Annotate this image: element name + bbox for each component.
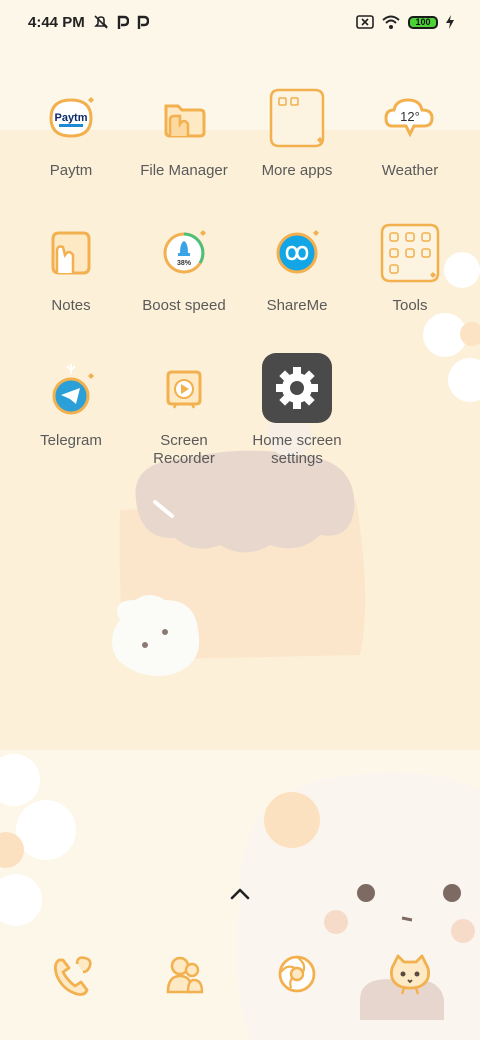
notes-icon-wrap	[35, 217, 107, 289]
chevron-up-icon[interactable]	[228, 886, 252, 902]
paytm-icon: Paytm	[49, 97, 94, 138]
paytm-icon-wrap: Paytm	[35, 82, 107, 154]
app-label: Home screen settings	[252, 432, 342, 467]
app-notes[interactable]: Notes	[15, 217, 127, 315]
app-label: Boost speed	[142, 297, 226, 314]
p-app-icon	[117, 15, 129, 29]
more-apps-icon-wrap	[261, 82, 333, 154]
app-label: Notes	[51, 297, 91, 314]
p-app-icon	[137, 15, 149, 29]
gear-icon	[262, 353, 332, 423]
dock-phone[interactable]	[43, 946, 99, 1002]
tools-icon-wrap	[374, 217, 446, 289]
contacts-icon	[166, 956, 204, 994]
shareme-icon-wrap	[261, 217, 333, 289]
battery-icon: 100	[408, 15, 438, 29]
browser-icon	[278, 955, 316, 993]
app-label: Tools	[392, 297, 428, 314]
file-manager-icon-wrap	[148, 82, 220, 154]
app-weather[interactable]: 12° Weather	[354, 82, 466, 180]
battery-level: 100	[415, 17, 431, 27]
tools-folder-icon	[380, 223, 440, 283]
status-right: 100	[356, 15, 454, 29]
boost-percent: 38%	[177, 260, 192, 267]
app-home-screen-settings[interactable]: Home screen settings	[241, 352, 353, 468]
wifi-icon	[382, 15, 400, 29]
camera-icon	[389, 954, 431, 995]
app-more-apps-folder[interactable]: More apps	[241, 82, 353, 180]
notes-icon	[51, 231, 91, 275]
status-left: 4:44 PM	[28, 14, 149, 31]
telegram-icon	[52, 364, 94, 415]
rocket-icon: 38%	[163, 230, 206, 274]
app-screen-recorder[interactable]: Screen Recorder	[128, 352, 240, 468]
app-tools-folder[interactable]: Tools	[354, 217, 466, 315]
screen-recorder-icon	[166, 370, 202, 409]
status-time: 4:44 PM	[28, 13, 85, 31]
app-boost-speed[interactable]: 38% Boost speed	[128, 217, 240, 315]
weather-temp: 12°	[400, 109, 420, 124]
app-label: Weather	[381, 162, 439, 179]
app-telegram[interactable]: Telegram	[15, 352, 127, 450]
weather-icon-wrap: 12°	[374, 82, 446, 154]
app-file-manager[interactable]: File Manager	[128, 82, 240, 180]
svg-text:Paytm: Paytm	[54, 112, 87, 124]
app-shareme[interactable]: ShareMe	[241, 217, 353, 315]
status-bar: 4:44 PM 100	[0, 0, 480, 44]
charging-icon	[446, 15, 454, 29]
home-screen-settings-icon-wrap	[261, 352, 333, 424]
app-label: Telegram	[40, 432, 102, 449]
app-label: ShareMe	[266, 297, 328, 314]
app-label: File Manager	[140, 162, 228, 179]
dock-contacts[interactable]	[156, 946, 212, 1002]
app-label: Paytm	[49, 162, 93, 179]
phone-icon	[54, 956, 92, 996]
app-label: More apps	[261, 162, 333, 179]
folder-grid-icon	[269, 88, 325, 148]
sim-x-icon	[356, 15, 374, 29]
weather-cloud-icon: 12°	[384, 98, 434, 138]
app-paytm[interactable]: Paytm Paytm	[15, 82, 127, 180]
alarm-off-icon	[93, 15, 108, 29]
shareme-icon	[276, 230, 319, 274]
telegram-icon-wrap	[35, 352, 107, 424]
dock-browser[interactable]	[269, 946, 325, 1002]
boost-speed-icon-wrap: 38%	[148, 217, 220, 289]
dock-camera[interactable]	[382, 946, 438, 1002]
app-label: Screen Recorder	[153, 432, 215, 467]
screen-recorder-icon-wrap	[148, 352, 220, 424]
folder-icon	[164, 104, 206, 138]
